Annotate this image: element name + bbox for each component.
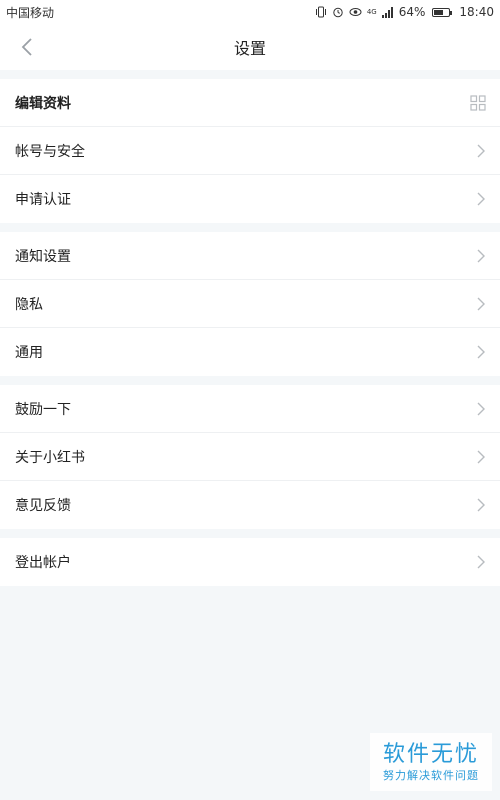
chevron-left-icon [21,38,32,56]
status-icons: 4G 64% 18:40 [315,5,494,19]
eye-icon [349,8,362,16]
settings-item-edit-profile[interactable]: 编辑资料 [0,79,500,127]
qr-code-icon [470,94,486,111]
settings-item-label: 登出帐户 [15,555,71,571]
chevron-right-icon [477,297,485,310]
settings-item-label: 申请认证 [15,192,71,208]
alarm-icon [333,7,343,18]
settings-item-label: 帐号与安全 [15,143,85,160]
chevron-right-icon [477,450,485,463]
settings-item-account-security[interactable]: 帐号与安全 [0,127,500,175]
status-bar: 中国移动 4G 64% 18:40 [0,0,500,24]
chevron-right-icon [477,498,485,512]
vibrate-icon [315,6,326,18]
settings-item-verification[interactable]: 申请认证 [0,175,500,223]
settings-group-preferences: 通知设置 隐私 通用 [0,232,500,376]
chevron-right-icon [477,249,485,262]
settings-list: 编辑资料 帐号与安全 申请认证 通知设置 隐私 通用 鼓励一下 关于小红书 意见… [0,70,500,586]
carrier-name: 中国移动 [6,5,55,20]
status-time: 18:40 [459,5,494,19]
chevron-right-icon [477,144,485,157]
watermark-subtitle: 努力解决软件问题 [383,768,479,782]
nav-bar: 设置 [0,24,500,70]
settings-item-label: 鼓励一下 [15,401,71,418]
settings-item-privacy[interactable]: 隐私 [0,280,500,328]
settings-group-logout: 登出帐户 [0,538,500,586]
chevron-right-icon [477,402,485,415]
chevron-right-icon [477,192,485,206]
settings-item-label: 意见反馈 [15,498,71,514]
settings-item-label: 通知设置 [15,248,71,265]
signal-icon [381,6,393,18]
back-button[interactable] [14,34,40,60]
settings-item-feedback[interactable]: 意见反馈 [0,481,500,529]
settings-item-label: 关于小红书 [15,449,85,466]
settings-item-rate-app[interactable]: 鼓励一下 [0,385,500,433]
page-title: 设置 [233,39,266,58]
chevron-right-icon [477,555,485,569]
watermark: 软件无忧 努力解决软件问题 [370,733,492,791]
chevron-right-icon [477,345,485,359]
watermark-title: 软件无忧 [382,741,479,767]
settings-item-general[interactable]: 通用 [0,328,500,376]
settings-item-logout[interactable]: 登出帐户 [0,538,500,586]
settings-item-about[interactable]: 关于小红书 [0,433,500,481]
settings-group-about: 鼓励一下 关于小红书 意见反馈 [0,385,500,529]
settings-item-notifications[interactable]: 通知设置 [0,232,500,280]
settings-item-label: 编辑资料 [15,95,71,112]
battery-fill [434,9,444,15]
settings-item-label: 通用 [15,345,43,361]
settings-item-label: 隐私 [15,296,43,313]
network-type: 4G [366,8,377,16]
settings-group-profile: 编辑资料 帐号与安全 申请认证 [0,79,500,223]
battery-percent: 64% [398,5,426,19]
battery-icon [432,7,453,17]
